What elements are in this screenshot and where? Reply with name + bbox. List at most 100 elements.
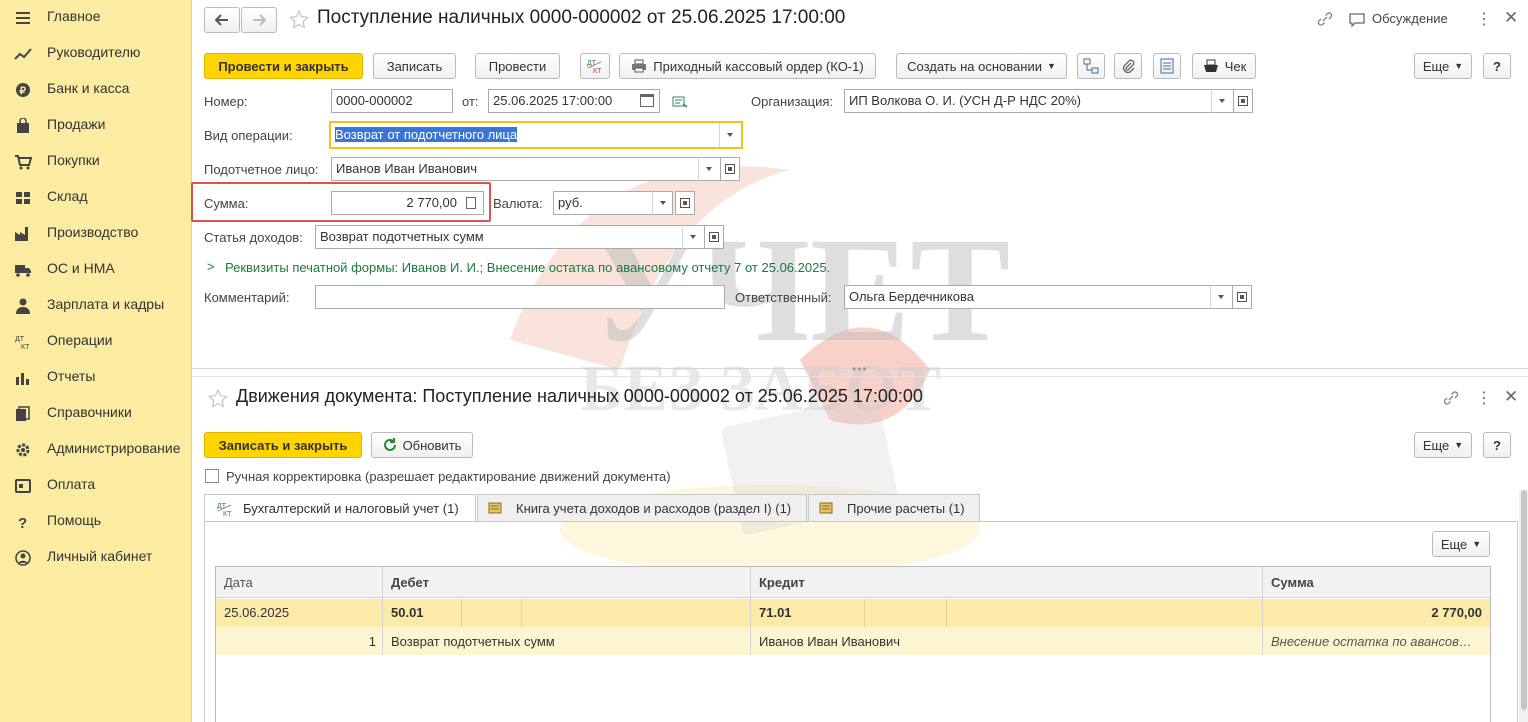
close-icon[interactable]: ✕: [1504, 387, 1518, 407]
tab-accounting[interactable]: ДТ КТ Бухгалтерский и налоговый учет (1): [204, 494, 476, 522]
sidebar-item-12[interactable]: Администрирование: [0, 432, 191, 468]
post-and-close-button[interactable]: Провести и закрыть: [204, 53, 363, 79]
sidebar-item-15[interactable]: Личный кабинет: [0, 540, 191, 576]
svg-text:КТ: КТ: [21, 344, 30, 350]
link-icon[interactable]: [1316, 11, 1334, 27]
movements-more-button[interactable]: Еще ▼: [1414, 432, 1472, 458]
responsible-field[interactable]: Ольга Бердечникова: [844, 285, 1234, 309]
structure-button[interactable]: [1077, 53, 1105, 79]
sidebar-item-label: Главное: [47, 8, 101, 24]
sidebar-item-14[interactable]: ? Помощь: [0, 504, 191, 540]
sidebar-item-label: Банк и касса: [47, 80, 130, 96]
post-button[interactable]: Провести: [475, 53, 560, 79]
dt-kt-icon: ДТКТ: [587, 60, 602, 74]
movements-help-button[interactable]: ?: [1483, 432, 1511, 458]
chevron-right-icon[interactable]: >: [207, 259, 215, 274]
header-sum[interactable]: Сумма: [1271, 575, 1314, 590]
income-article-dropdown[interactable]: [682, 225, 702, 249]
sidebar-item-10[interactable]: Отчеты: [0, 360, 191, 396]
discussion-icon[interactable]: [1349, 12, 1365, 27]
sidebar-item-11[interactable]: Справочники: [0, 396, 191, 432]
sidebar-item-5[interactable]: Склад: [0, 180, 191, 216]
link-icon[interactable]: [1442, 390, 1460, 406]
refresh-button[interactable]: Обновить: [371, 432, 473, 458]
print-requisites-link[interactable]: Реквизиты печатной формы: Иванов И. И.; …: [225, 260, 830, 275]
more-button[interactable]: Еще ▼: [1414, 53, 1472, 79]
number-field[interactable]: 0000-000002: [331, 89, 453, 113]
manual-correction-checkbox[interactable]: [205, 469, 219, 483]
tab-other-settlements[interactable]: Прочие расчеты (1): [808, 494, 980, 521]
currency-open-button[interactable]: [675, 191, 695, 215]
receipt-button[interactable]: Чек: [1192, 53, 1256, 79]
document-list-icon: [1160, 58, 1174, 74]
organization-open-button[interactable]: [1233, 89, 1253, 113]
income-article-open-button[interactable]: [704, 225, 724, 249]
sidebar-item-9[interactable]: ДТ КТ Операции: [0, 324, 191, 360]
calculator-icon[interactable]: [466, 197, 476, 209]
trend-icon: [14, 45, 32, 63]
kebab-menu-icon[interactable]: ⋮: [1476, 9, 1492, 29]
sidebar-item-6[interactable]: Производство: [0, 216, 191, 252]
header-credit[interactable]: Кредит: [759, 575, 805, 590]
comment-field[interactable]: [315, 285, 725, 309]
chevron-down-icon: ▼: [1454, 61, 1464, 71]
print-order-button[interactable]: Приходный кассовый ордер (КО-1): [619, 53, 876, 79]
more-label: Еще: [1422, 437, 1450, 453]
cell-credit-subconto: Иванов Иван Иванович: [759, 634, 901, 649]
create-based-on-button[interactable]: Создать на основании ▼: [896, 53, 1067, 79]
sidebar-item-7[interactable]: ОС и НМА: [0, 252, 191, 288]
currency-dropdown[interactable]: [652, 191, 672, 215]
sidebar-item-0[interactable]: Главное: [0, 0, 191, 36]
discussion-link[interactable]: Обсуждение: [1372, 11, 1448, 26]
sidebar-item-3[interactable]: Продажи: [0, 108, 191, 144]
sidebar-item-label: Помощь: [47, 512, 102, 528]
back-button[interactable]: [204, 7, 240, 33]
dt-kt-icon: ДТКТ: [217, 503, 232, 517]
operation-type-dropdown[interactable]: [719, 123, 739, 147]
forward-button[interactable]: [241, 7, 277, 33]
responsible-open-button[interactable]: [1232, 285, 1252, 309]
tab-income-book[interactable]: Книга учета доходов и расходов (раздел I…: [477, 494, 807, 521]
accountable-person-open-button[interactable]: [720, 157, 740, 181]
open-icon: [1237, 292, 1247, 302]
responsible-dropdown[interactable]: [1210, 285, 1230, 309]
dt-kt-icon: ДТКТ: [14, 333, 32, 351]
calendar-icon[interactable]: [640, 94, 654, 107]
income-article-field[interactable]: Возврат подотчетных сумм: [315, 225, 705, 249]
favorite-star-icon[interactable]: [208, 389, 228, 408]
kebab-menu-icon[interactable]: ⋮: [1476, 388, 1492, 408]
date-field[interactable]: 25.06.2025 17:00:00: [488, 89, 660, 113]
sidebar-item-8[interactable]: Зарплата и кадры: [0, 288, 191, 324]
svg-text:ДТ: ДТ: [15, 336, 25, 343]
gear-icon: [14, 441, 32, 459]
refresh-icon: [383, 438, 396, 451]
paperclip-icon: [1122, 59, 1135, 74]
open-icon: [680, 198, 690, 208]
header-date[interactable]: Дата: [224, 575, 253, 590]
sidebar-item-2[interactable]: ₽ Банк и касса: [0, 72, 191, 108]
operation-type-field[interactable]: Возврат от подотчетного лица: [329, 121, 743, 149]
open-icon: [725, 164, 735, 174]
save-button[interactable]: Записать: [373, 53, 456, 79]
accountable-person-field[interactable]: Иванов Иван Иванович: [331, 157, 721, 181]
sidebar-item-1[interactable]: Руководителю: [0, 36, 191, 72]
attach-button[interactable]: [1114, 53, 1142, 79]
chevron-down-icon: ▼: [1046, 61, 1056, 71]
save-and-close-button[interactable]: Записать и закрыть: [204, 432, 362, 458]
accountable-person-dropdown[interactable]: [698, 157, 718, 181]
help-button[interactable]: ?: [1483, 53, 1511, 79]
dt-kt-button[interactable]: ДТ КТ: [580, 53, 610, 79]
close-icon[interactable]: ✕: [1504, 8, 1518, 28]
splitter-handle-icon[interactable]: •••: [852, 362, 868, 376]
report-button[interactable]: [1153, 53, 1181, 79]
header-debit[interactable]: Дебет: [391, 575, 429, 590]
table-more-button[interactable]: Еще ▼: [1432, 531, 1490, 557]
sidebar-item-13[interactable]: Оплата: [0, 468, 191, 504]
favorite-star-icon[interactable]: [289, 10, 309, 29]
history-icon[interactable]: [672, 95, 688, 109]
organization-dropdown[interactable]: [1211, 89, 1231, 113]
sum-field[interactable]: 2 770,00: [331, 191, 484, 215]
sidebar-item-4[interactable]: Покупки: [0, 144, 191, 180]
scrollbar-thumb[interactable]: [1521, 490, 1527, 710]
organization-field[interactable]: ИП Волкова О. И. (УСН Д-Р НДС 20%): [844, 89, 1234, 113]
